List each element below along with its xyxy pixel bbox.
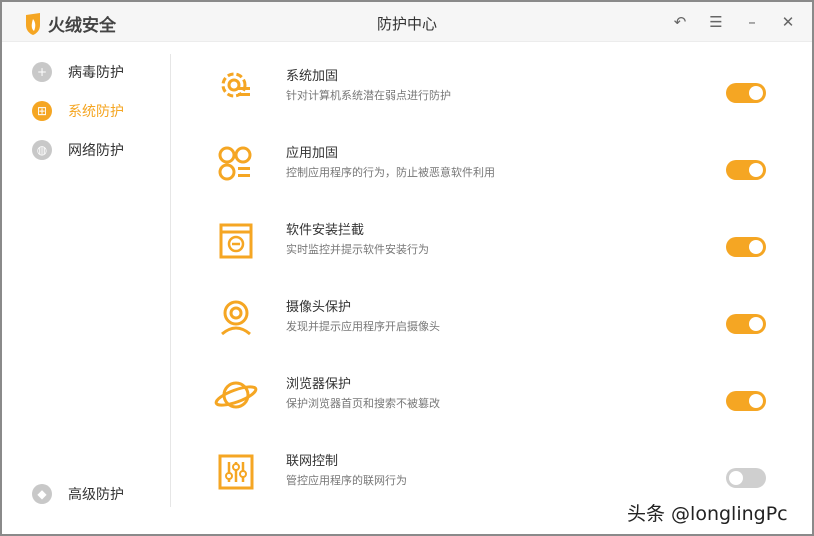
toggle-switch[interactable] [726,83,766,103]
sidebar-item-label: 系统防护 [68,104,124,120]
toggle-switch[interactable] [726,468,766,488]
protection-row: 应用加固 控制应用程序的行为，防止被恶意软件利用 [212,142,772,202]
window: 火绒安全 防护中心 ↶ ☰ – ✕ + 病毒防护 ⊞ 系统防护 ◍ 网络防护 ◆ 高级防… [0,0,814,536]
row-description: 发现并提示应用程序开启摄像头 [286,320,440,333]
sidebar-divider [170,54,171,507]
install-block-icon [219,223,253,259]
row-description: 控制应用程序的行为，防止被恶意软件利用 [286,166,495,179]
planet-icon [214,381,258,409]
row-title: 浏览器保护 [286,377,352,392]
globe-icon: ◍ [32,140,52,160]
sliders-icon [218,454,254,490]
webcam-icon [221,300,251,336]
row-description: 管控应用程序的联网行为 [286,474,407,487]
close-button[interactable]: ✕ [778,12,798,32]
sidebar-item-advanced[interactable]: ◆ 高级防护 [32,484,124,504]
protection-row: 软件安装拦截 实时监控并提示软件安装行为 [212,219,772,279]
plus-shield-icon: + [32,62,52,82]
row-title: 系统加固 [286,69,339,84]
title-bar: 火绒安全 防护中心 ↶ ☰ – ✕ [2,2,812,42]
sidebar-item-virus[interactable]: + 病毒防护 [32,62,124,82]
gear-list-icon [221,72,250,98]
toggle-switch[interactable] [726,314,766,334]
row-title: 应用加固 [286,146,339,161]
back-icon[interactable]: ↶ [670,12,690,32]
protection-row: 摄像头保护 发现并提示应用程序开启摄像头 [212,296,772,356]
row-description: 针对计算机系统潜在弱点进行防护 [286,89,451,102]
row-description: 实时监控并提示软件安装行为 [286,243,429,256]
sidebar-item-network[interactable]: ◍ 网络防护 [32,140,124,160]
windows-icon: ⊞ [32,101,52,121]
protection-row: 浏览器保护 保护浏览器首页和搜索不被篡改 [212,373,772,433]
menu-icon[interactable]: ☰ [706,12,726,32]
apps-icon [218,146,252,181]
watermark: 头条 @longlingPc [627,503,788,525]
sidebar-item-label: 病毒防护 [68,65,124,81]
protection-row: 系统加固 针对计算机系统潜在弱点进行防护 [212,65,772,125]
row-title: 软件安装拦截 [286,223,365,238]
row-description: 保护浏览器首页和搜索不被篡改 [286,397,440,410]
row-title: 摄像头保护 [286,300,352,315]
sidebar-item-system[interactable]: ⊞ 系统防护 [32,101,124,121]
window-title: 防护中心 [376,15,437,33]
sidebar-item-label: 高级防护 [68,487,124,503]
toggle-switch[interactable] [726,391,766,411]
row-title: 联网控制 [286,454,339,469]
diamond-icon: ◆ [32,484,52,504]
sidebar-item-label: 网络防护 [68,143,124,159]
toggle-switch[interactable] [726,237,766,257]
minimize-button[interactable]: – [742,12,762,32]
toggle-switch[interactable] [726,160,766,180]
